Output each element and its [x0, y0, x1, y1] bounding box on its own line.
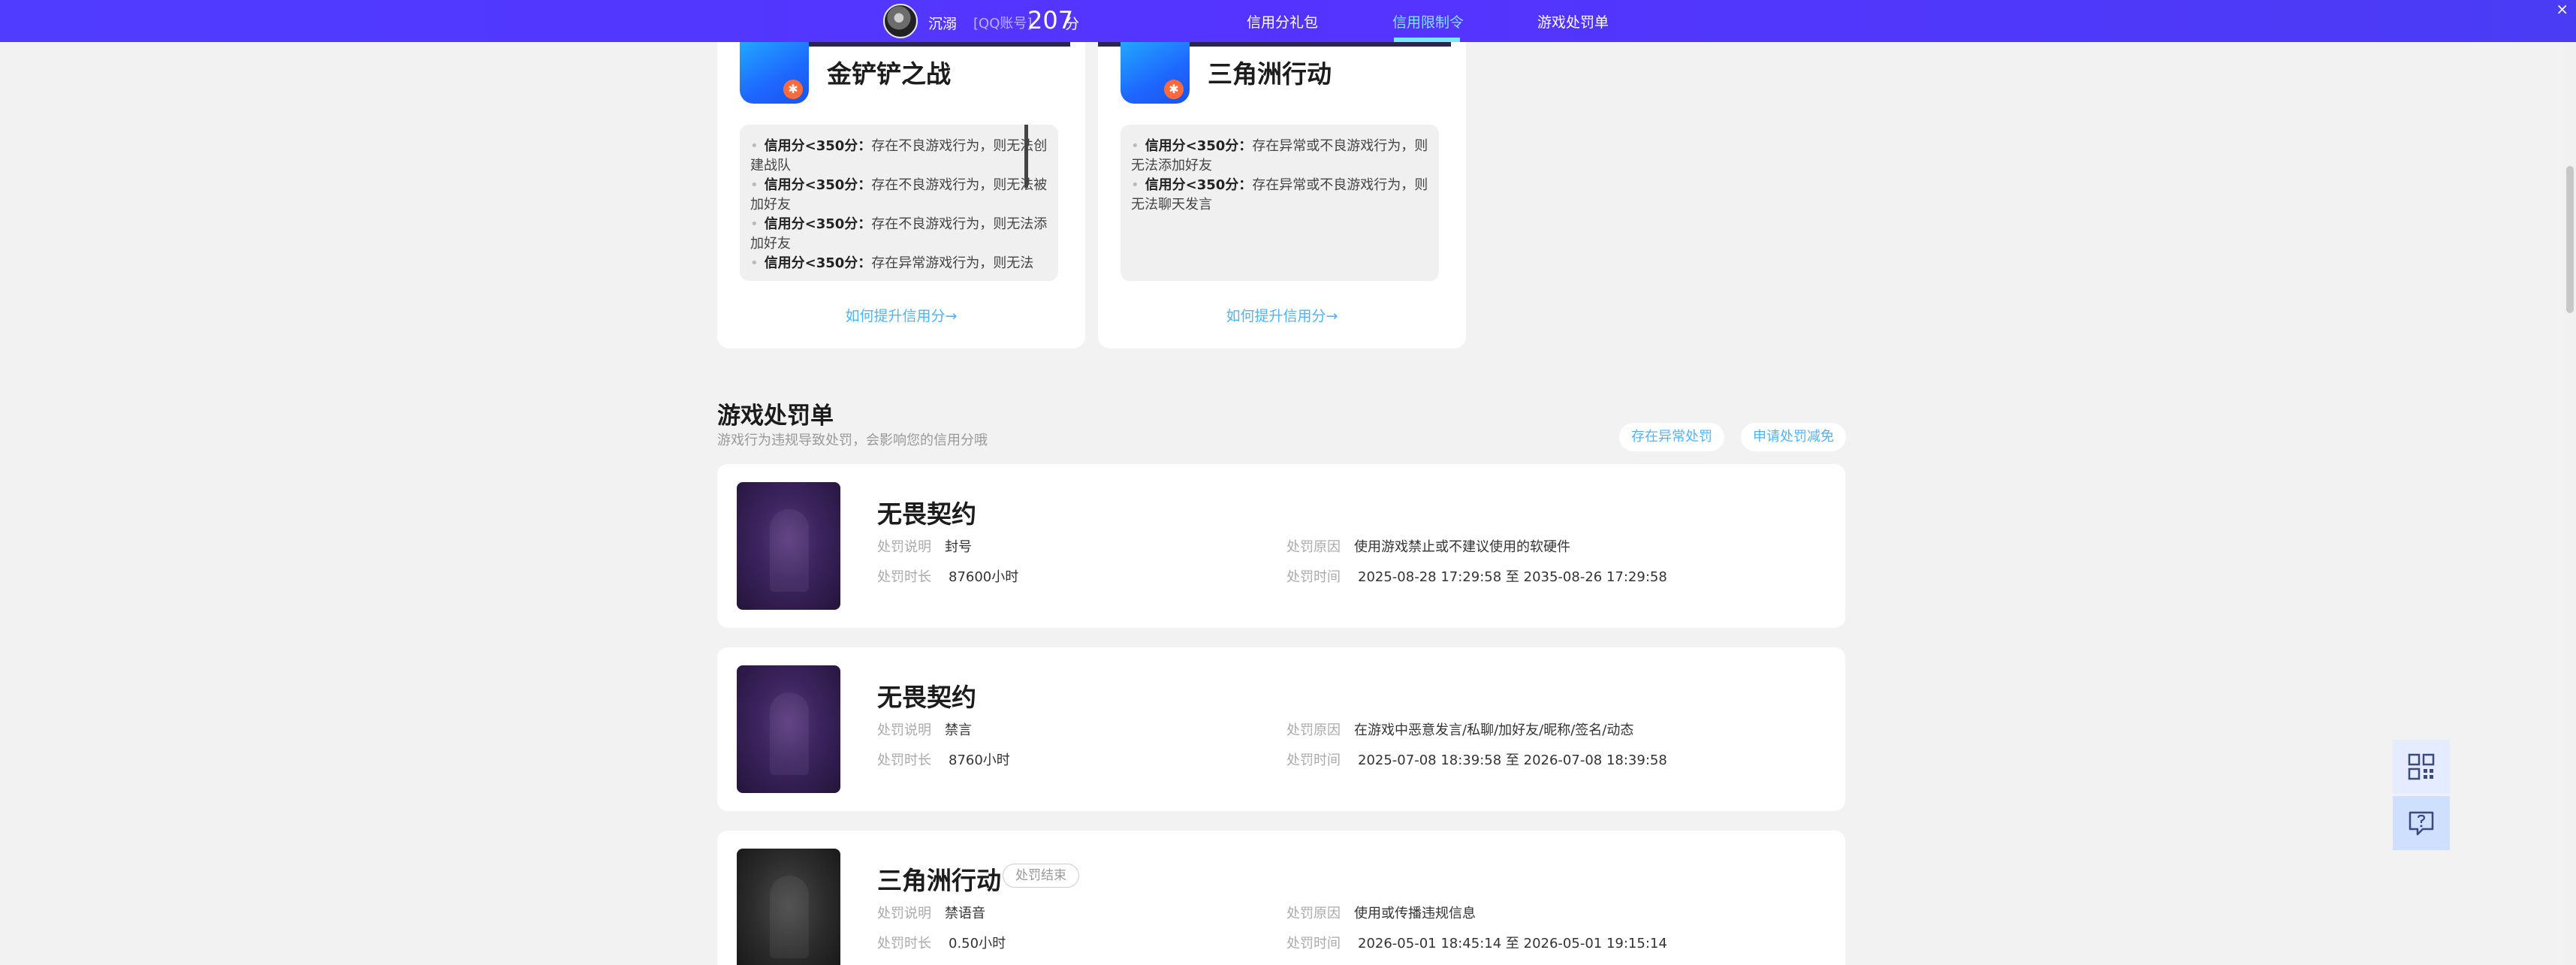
nav-credit-restriction[interactable]: 信用限制令 [1392, 11, 1464, 32]
avatar[interactable] [883, 4, 918, 38]
bullet-icon: • [1131, 177, 1139, 193]
rule-item: • 信用分<350分：存在不良游戏行为，则无法创建战队 [750, 138, 1048, 173]
punishment-card: 无畏契约 处罚说明 禁言 处罚时长 8760小时 处罚原因 在游戏中恶意发言/私… [717, 647, 1845, 811]
reason-label: 处罚原因 [1286, 539, 1341, 555]
thumbnail-figure [770, 509, 809, 592]
duration-value: 8760小时 [949, 752, 1010, 768]
punishment-card: 无畏契约 处罚说明 封号 处罚时长 87600小时 处罚原因 使用游戏禁止或不建… [717, 464, 1845, 628]
game-icon-jinchanchan: ✱ [740, 42, 809, 104]
desc-value: 禁语音 [945, 906, 985, 921]
feedback-button[interactable] [2393, 796, 2450, 850]
section-title: 游戏处罚单 [717, 403, 834, 430]
game-thumbnail [737, 849, 840, 965]
time-label: 处罚时间 [1286, 752, 1341, 768]
feedback-icon [2409, 811, 2434, 836]
thumbnail-figure [770, 692, 809, 775]
time-label: 处罚时间 [1286, 569, 1341, 585]
desc-value: 禁言 [945, 722, 972, 738]
improve-credit-link[interactable]: 如何提升信用分→ [1098, 305, 1466, 325]
reason-value: 使用游戏禁止或不建议使用的软硬件 [1354, 539, 1570, 555]
abnormal-punishment-button[interactable]: 存在异常处罚 [1619, 423, 1724, 451]
thumbnail-figure [770, 876, 809, 958]
bullet-icon: • [750, 255, 759, 271]
bullet-icon: • [750, 138, 759, 154]
nav-game-punishment[interactable]: 游戏处罚单 [1537, 11, 1609, 32]
desc-label: 处罚说明 [877, 906, 931, 921]
credit-card-jinchanchan: ✱ 金铲铲之战 • 信用分<350分：存在不良游戏行为，则无法创建战队 • 信用分<… [717, 42, 1085, 348]
apply-reduction-button[interactable]: 申请处罚减免 [1741, 423, 1846, 451]
credit-card-delta-force: ✱ 三角洲行动 • 信用分<350分：存在异常或不良游戏行为，则无法添加好友 • 信… [1098, 42, 1466, 348]
page-scrollbar[interactable] [2564, 42, 2576, 965]
desc-label: 处罚说明 [877, 539, 931, 555]
rule-item: • 信用分<350分：存在异常或不良游戏行为，则无法添加好友 [1131, 138, 1428, 173]
bullet-icon: • [1131, 138, 1139, 154]
time-label: 处罚时间 [1286, 936, 1341, 951]
rule-item: • 信用分<350分：存在异常或不良游戏行为，则无法聊天发言 [1131, 177, 1428, 213]
game-thumbnail [737, 482, 840, 610]
game-thumbnail [737, 665, 840, 793]
reason-label: 处罚原因 [1286, 722, 1341, 738]
qrcode-icon [2408, 753, 2435, 780]
bullet-icon: • [750, 216, 759, 232]
close-icon[interactable]: × [2556, 0, 2568, 18]
reason-value: 使用或传播违规信息 [1354, 906, 1476, 921]
duration-value: 0.50小时 [949, 936, 1006, 951]
username: 沉溺 [928, 16, 958, 32]
rules-list: • 信用分<350分：存在异常或不良游戏行为，则无法添加好友 • 信用分<350分：… [1121, 125, 1439, 281]
section-subtitle: 游戏行为违规导致处罚，会影响您的信用分哦 [717, 433, 988, 448]
reason-value: 在游戏中恶意发言/私聊/加好友/昵称/签名/动态 [1354, 722, 1634, 738]
top-bar: 沉溺 [QQ账号] 207 分 信用分礼包 信用限制令 游戏处罚单 × [0, 0, 2576, 42]
punishment-game-title: 无畏契约 [877, 683, 976, 712]
desc-value: 封号 [945, 539, 972, 555]
account-type: [QQ账号] [973, 16, 1033, 32]
status-badge: 处罚结束 [1003, 864, 1079, 888]
time-value: 2026-05-01 18:45:14 至 2026-05-01 19:15:1… [1358, 936, 1667, 951]
rules-list[interactable]: • 信用分<350分：存在不良游戏行为，则无法创建战队 • 信用分<350分：存在不… [740, 125, 1058, 281]
duration-value: 87600小时 [949, 569, 1019, 585]
punishment-game-title: 无畏契约 [877, 499, 976, 529]
bullet-icon: • [750, 177, 759, 193]
spark-icon: ✱ [1164, 80, 1184, 99]
duration-label: 处罚时长 [877, 752, 931, 768]
rule-item: • 信用分<350分：存在异常游戏行为，则无法 [750, 255, 1034, 271]
spark-icon: ✱ [783, 80, 803, 99]
card-top-banner [807, 42, 1070, 47]
game-title: 金铲铲之战 [827, 59, 951, 89]
nav-credit-gift[interactable]: 信用分礼包 [1247, 11, 1318, 32]
game-title: 三角洲行动 [1208, 59, 1332, 89]
game-icon-delta-force: ✱ [1121, 42, 1190, 104]
rule-item: • 信用分<350分：存在不良游戏行为，则无法添加好友 [750, 216, 1048, 252]
time-value: 2025-07-08 18:39:58 至 2026-07-08 18:39:5… [1358, 752, 1667, 768]
reason-label: 处罚原因 [1286, 906, 1341, 921]
qrcode-button[interactable] [2393, 740, 2450, 794]
duration-label: 处罚时长 [877, 936, 931, 951]
desc-label: 处罚说明 [877, 722, 931, 738]
scrollbar-thumb[interactable] [2566, 166, 2574, 313]
punishment-card: 三角洲行动 处罚结束 处罚说明 禁语音 处罚时长 0.50小时 处罚原因 使用或… [717, 831, 1845, 965]
punishment-game-title: 三角洲行动 [877, 866, 1001, 895]
rule-item: • 信用分<350分：存在不良游戏行为，则无法被加好友 [750, 177, 1048, 213]
improve-credit-link[interactable]: 如何提升信用分→ [717, 305, 1085, 325]
time-value: 2025-08-28 17:29:58 至 2035-08-26 17:29:5… [1358, 569, 1667, 585]
duration-label: 处罚时长 [877, 569, 931, 585]
credit-score-unit: 分 [1065, 16, 1080, 32]
